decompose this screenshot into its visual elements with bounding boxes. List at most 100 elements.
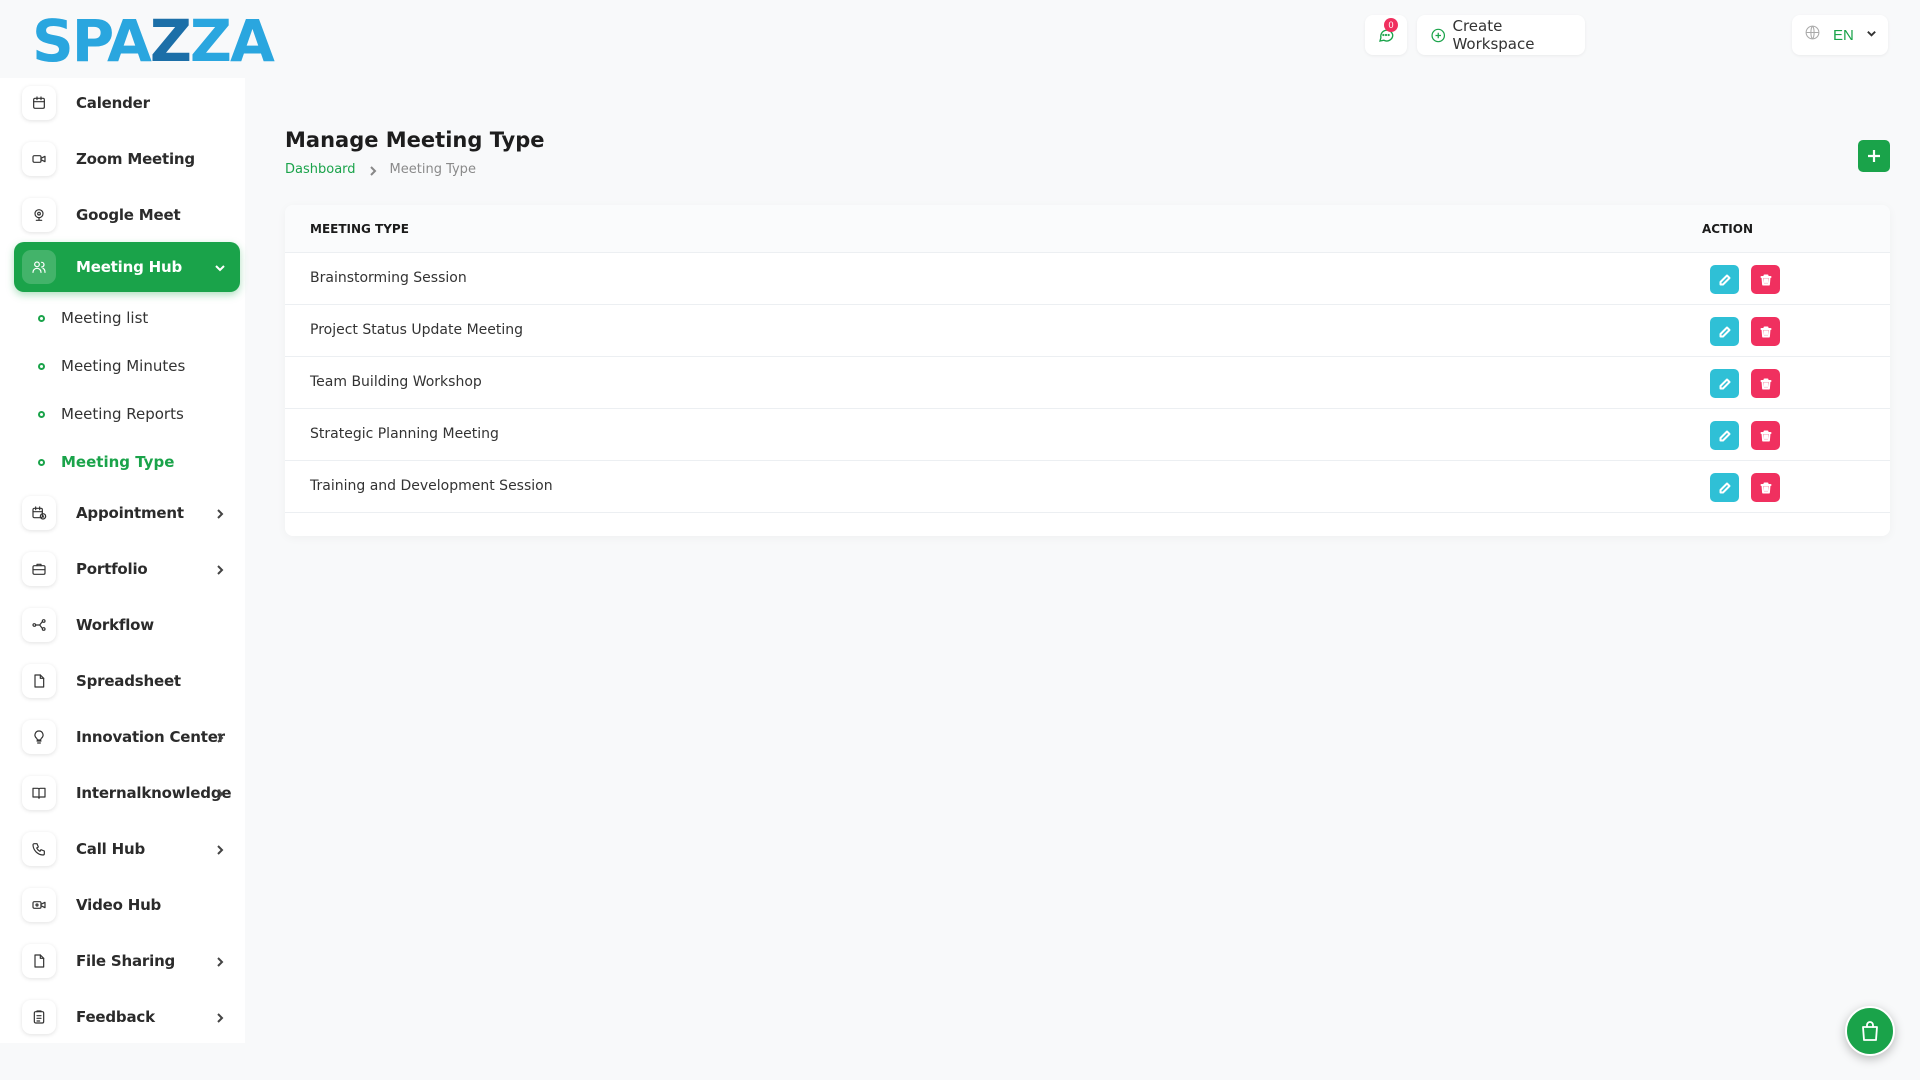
sidebar-item-label: Internalknowledge: [76, 784, 232, 802]
add-meeting-type-button[interactable]: [1858, 140, 1890, 172]
table-row: Project Status Update Meeting: [285, 305, 1890, 357]
table-header: MEETING TYPE ACTION: [285, 205, 1890, 253]
sidebar-item-feedback[interactable]: Feedback: [14, 992, 240, 1042]
phone-icon: [22, 832, 56, 866]
breadcrumb: Dashboard Meeting Type: [285, 162, 476, 177]
video-icon: [22, 888, 56, 922]
create-workspace-button[interactable]: Create Workspace: [1417, 15, 1585, 55]
table-row: Strategic Planning Meeting: [285, 409, 1890, 461]
sidebar-item-zoom-meeting[interactable]: Zoom Meeting: [14, 134, 240, 184]
edit-button[interactable]: [1710, 369, 1739, 398]
sidebar-item-calender[interactable]: Calender: [14, 78, 240, 128]
pencil-icon: [1719, 274, 1730, 285]
sidebar-item-label: File Sharing: [76, 952, 176, 970]
sidebar-item-file-sharing[interactable]: File Sharing: [14, 936, 240, 986]
pencil-icon: [1719, 378, 1730, 389]
chevron-right-icon: [214, 731, 226, 743]
logo-text: ZA: [189, 7, 275, 75]
cart-button[interactable]: [1845, 1006, 1895, 1056]
workflow-icon: [22, 608, 56, 642]
bullet-dot: [38, 314, 45, 322]
globe-icon: [1804, 24, 1821, 46]
sidebar-item-label: Google Meet: [76, 206, 181, 224]
meeting-type-name: Strategic Planning Meeting: [310, 426, 499, 442]
sidebar-item-label: Call Hub: [76, 840, 146, 858]
chevron-right-icon: [214, 787, 226, 799]
webcam-icon: [22, 198, 56, 232]
bullet-dot: [38, 362, 45, 370]
sidebar-item-label: Video Hub: [76, 896, 162, 914]
edit-button[interactable]: [1710, 473, 1739, 502]
chevron-right-icon: [368, 165, 378, 176]
sidebar-item-appointment[interactable]: Appointment: [14, 488, 240, 538]
sidebar-subitem-label: Meeting Type: [61, 453, 175, 471]
delete-button[interactable]: [1751, 265, 1780, 294]
breadcrumb-dashboard-link[interactable]: Dashboard: [285, 162, 356, 177]
sidebar-item-label: Workflow: [76, 616, 154, 634]
delete-button[interactable]: [1751, 421, 1780, 450]
sidebar-subitem-label: Meeting list: [61, 309, 149, 327]
sidebar-subitem-meeting-minutes[interactable]: Meeting Minutes: [38, 352, 185, 380]
sidebar-item-meeting-hub[interactable]: Meeting Hub: [14, 242, 240, 292]
sidebar-subitem-label: Meeting Minutes: [61, 357, 186, 375]
breadcrumb-current: Meeting Type: [389, 162, 476, 177]
sidebar-item-portfolio[interactable]: Portfolio: [14, 544, 240, 594]
table-row: Team Building Workshop: [285, 357, 1890, 409]
logo-text: Z: [149, 7, 192, 75]
table-row: Brainstorming Session: [285, 253, 1890, 305]
sidebar-subitem-meeting-reports[interactable]: Meeting Reports: [38, 400, 184, 428]
sidebar-item-spreadsheet[interactable]: Spreadsheet: [14, 656, 240, 706]
sidebar-item-label: Feedback: [76, 1008, 155, 1026]
bullet-dot: [38, 458, 45, 466]
delete-button[interactable]: [1751, 317, 1780, 346]
table-row: Training and Development Session: [285, 461, 1890, 513]
sidebar: Calender Zoom Meeting Google Meet Meetin…: [0, 78, 245, 1043]
page-title: Manage Meeting Type: [285, 128, 545, 152]
language-selector[interactable]: EN: [1792, 15, 1888, 55]
language-label: EN: [1833, 26, 1854, 44]
video-camera-icon: [22, 142, 56, 176]
sidebar-item-video-hub[interactable]: Video Hub: [14, 880, 240, 930]
meeting-type-name: Training and Development Session: [310, 478, 553, 494]
delete-button[interactable]: [1751, 369, 1780, 398]
sidebar-item-workflow[interactable]: Workflow: [14, 600, 240, 650]
pencil-icon: [1719, 430, 1730, 441]
sidebar-item-label: Spreadsheet: [76, 672, 181, 690]
sidebar-subitem-meeting-type[interactable]: Meeting Type: [38, 448, 174, 476]
sidebar-item-label: Calender: [76, 94, 150, 112]
meeting-type-name: Project Status Update Meeting: [310, 322, 524, 338]
edit-button[interactable]: [1710, 421, 1739, 450]
edit-button[interactable]: [1710, 265, 1739, 294]
book-icon: [22, 776, 56, 810]
sidebar-item-label: Appointment: [76, 504, 184, 522]
chevron-right-icon: [214, 1011, 226, 1023]
column-header-action: ACTION: [1702, 222, 1753, 236]
shopping-bag-icon: [1862, 1021, 1878, 1041]
sidebar-item-innovation-center[interactable]: Innovation Center: [14, 712, 240, 762]
chevron-right-icon: [214, 563, 226, 575]
sidebar-item-internalknowledge[interactable]: Internalknowledge: [14, 768, 240, 818]
sidebar-item-google-meet[interactable]: Google Meet: [14, 190, 240, 240]
create-workspace-label: Create Workspace: [1452, 17, 1535, 53]
trash-icon: [1760, 274, 1771, 285]
pencil-icon: [1719, 482, 1730, 493]
trash-icon: [1760, 430, 1771, 441]
bullet-dot: [38, 410, 45, 418]
meeting-type-name: Team Building Workshop: [310, 374, 482, 390]
logo-text: SPA: [32, 7, 152, 75]
meeting-type-name: Brainstorming Session: [310, 270, 467, 286]
users-icon: [22, 250, 56, 284]
calendar-clock-icon: [22, 496, 56, 530]
brand-logo[interactable]: SPAZZA: [32, 12, 275, 70]
chevron-right-icon: [214, 507, 226, 519]
chevron-right-icon: [214, 955, 226, 967]
delete-button[interactable]: [1751, 473, 1780, 502]
sidebar-subitem-meeting-list[interactable]: Meeting list: [38, 304, 148, 332]
trash-icon: [1760, 378, 1771, 389]
edit-button[interactable]: [1710, 317, 1739, 346]
sidebar-item-call-hub[interactable]: Call Hub: [14, 824, 240, 874]
briefcase-icon: [22, 552, 56, 586]
trash-icon: [1760, 326, 1771, 337]
sidebar-subitem-label: Meeting Reports: [61, 405, 184, 423]
messages-button[interactable]: 0: [1365, 15, 1407, 55]
